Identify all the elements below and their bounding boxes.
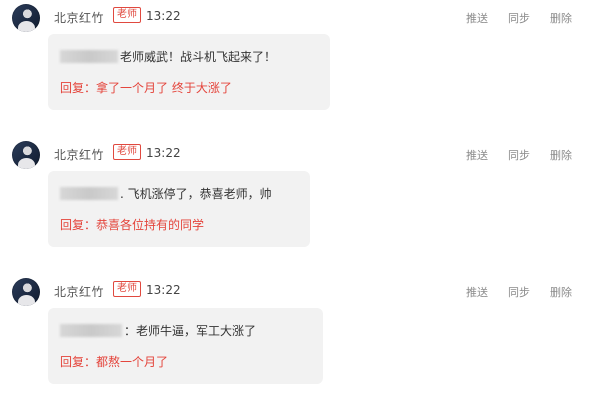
teacher-badge: 老师 — [113, 281, 141, 297]
avatar[interactable] — [12, 4, 40, 32]
comment-bubble: 老师威武！战斗机飞起来了！ 回复：拿了一个月了 终于大涨了 — [48, 34, 330, 110]
reply-text: 恭喜各位持有的同学 — [96, 218, 205, 232]
comment-actions: 推送 同步 删除 — [466, 284, 572, 300]
comment-item: 北京红竹 老师 13:22 推送 同步 删除 ：老师牛逼，军工大涨了 回复：都熬… — [0, 278, 600, 408]
author-name: 北京红竹 — [54, 148, 105, 162]
reply-label: 回复： — [60, 81, 97, 95]
comment-line: ：老师牛逼，军工大涨了 — [60, 322, 256, 339]
comment-text: 老师威武！战斗机飞起来了！ — [120, 50, 277, 64]
comment-line: 老师威武！战斗机飞起来了！ — [60, 48, 276, 65]
comment-item: 北京红竹 老师 13:22 推送 同步 删除 . 飞机涨停了，恭喜老师，帅 回复… — [0, 141, 600, 271]
teacher-badge: 老师 — [113, 144, 141, 160]
push-button[interactable]: 推送 — [466, 10, 488, 26]
teacher-badge: 老师 — [113, 7, 141, 23]
avatar[interactable] — [12, 278, 40, 306]
comment-item: 北京红竹 老师 13:22 推送 同步 删除 老师威武！战斗机飞起来了！ 回复：… — [0, 4, 600, 134]
sync-button[interactable]: 同步 — [508, 284, 530, 300]
timestamp: 13:22 — [146, 146, 181, 160]
comment-bubble: . 飞机涨停了，恭喜老师，帅 回复：恭喜各位持有的同学 — [48, 171, 310, 247]
blurred-username — [60, 187, 118, 200]
comment-actions: 推送 同步 删除 — [466, 147, 572, 163]
reply-label: 回复： — [60, 355, 97, 369]
timestamp: 13:22 — [146, 9, 181, 23]
reply-line: 回复：恭喜各位持有的同学 — [60, 216, 204, 233]
blurred-username — [60, 324, 122, 337]
author-name: 北京红竹 — [54, 11, 105, 25]
push-button[interactable]: 推送 — [466, 284, 488, 300]
comment-text: . 飞机涨停了，恭喜老师，帅 — [120, 187, 272, 201]
reply-text: 都熬一个月了 — [96, 355, 169, 369]
comment-line: . 飞机涨停了，恭喜老师，帅 — [60, 185, 272, 202]
delete-button[interactable]: 删除 — [550, 10, 572, 26]
author-name: 北京红竹 — [54, 285, 105, 299]
delete-button[interactable]: 删除 — [550, 147, 572, 163]
sync-button[interactable]: 同步 — [508, 10, 530, 26]
comment-text: ：老师牛逼，军工大涨了 — [124, 324, 257, 338]
comment-bubble: ：老师牛逼，军工大涨了 回复：都熬一个月了 — [48, 308, 323, 384]
push-button[interactable]: 推送 — [466, 147, 488, 163]
comment-actions: 推送 同步 删除 — [466, 10, 572, 26]
reply-line: 回复：拿了一个月了 终于大涨了 — [60, 79, 232, 96]
reply-label: 回复： — [60, 218, 97, 232]
blurred-username — [60, 50, 118, 63]
avatar[interactable] — [12, 141, 40, 169]
timestamp: 13:22 — [146, 283, 181, 297]
sync-button[interactable]: 同步 — [508, 147, 530, 163]
reply-line: 回复：都熬一个月了 — [60, 353, 168, 370]
delete-button[interactable]: 删除 — [550, 284, 572, 300]
reply-text: 拿了一个月了 终于大涨了 — [96, 81, 232, 95]
